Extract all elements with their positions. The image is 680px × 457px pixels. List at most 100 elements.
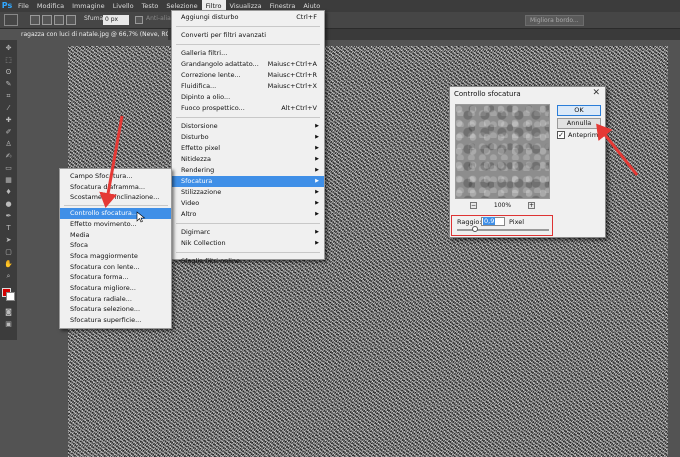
- menu-modifica[interactable]: Modifica: [33, 0, 68, 12]
- type-tool-icon[interactable]: T: [4, 224, 13, 232]
- screen-mode-icon[interactable]: ▣: [4, 320, 13, 328]
- menu-testo[interactable]: Testo: [138, 0, 163, 12]
- filter-menu-item[interactable]: Effetto pixel ▶: [172, 143, 324, 154]
- filter-menu-item[interactable]: Galleria filtri...: [172, 48, 324, 59]
- menu-livello[interactable]: Livello: [109, 0, 138, 12]
- blur-submenu-item[interactable]: Sfocatura forma...: [60, 272, 171, 283]
- blur-submenu-item[interactable]: Scostamento inclinazione...: [60, 192, 171, 203]
- filter-menu-item-label: Fluidifica...: [181, 82, 217, 90]
- zoom-tool-icon[interactable]: ⌕: [4, 272, 13, 280]
- document-tab[interactable]: ragazza con luci di natale.jpg @ 66,7% (…: [18, 29, 168, 40]
- blur-preview[interactable]: [455, 104, 550, 199]
- eyedropper-tool-icon[interactable]: ⁄: [4, 104, 13, 112]
- filter-menu-item[interactable]: Correzione lente... Maiusc+Ctrl+R: [172, 70, 324, 81]
- lasso-tool-icon[interactable]: ʘ: [4, 68, 13, 76]
- filter-menu-item[interactable]: Nitidezza ▶: [172, 154, 324, 165]
- marquee-tool-icon[interactable]: ⬚: [4, 56, 13, 64]
- radius-slider-thumb[interactable]: [472, 226, 478, 232]
- blur-submenu-item[interactable]: Campo Sfocatura...: [60, 171, 171, 182]
- path-select-tool-icon[interactable]: ➤: [4, 236, 13, 244]
- feather-input[interactable]: 0 px: [103, 15, 129, 25]
- subtract-selection-icon[interactable]: [54, 15, 64, 25]
- cancel-button[interactable]: Annulla: [557, 118, 601, 129]
- filter-menu-item[interactable]: Digimarc ▶: [172, 227, 324, 238]
- filter-menu-item[interactable]: Dipinto a olio...: [172, 92, 324, 103]
- submenu-arrow-icon: ▶: [315, 178, 319, 184]
- blur-submenu-item[interactable]: Sfocatura diaframma...: [60, 182, 171, 193]
- healing-tool-icon[interactable]: ✚: [4, 116, 13, 124]
- blur-submenu-item[interactable]: Sfoca: [60, 240, 171, 251]
- filter-menu-item[interactable]: Disturbo ▶: [172, 132, 324, 143]
- crop-tool-icon[interactable]: ⌗: [4, 92, 13, 100]
- filter-menu-item-label: Video: [181, 199, 200, 207]
- filter-menu-item-label: Digimarc: [181, 228, 211, 236]
- shape-tool-icon[interactable]: ▢: [4, 248, 13, 256]
- filter-menu-item[interactable]: Distorsione ▶: [172, 121, 324, 132]
- blur-submenu-item[interactable]: Sfocatura selezione...: [60, 304, 171, 315]
- filter-menu-item[interactable]: Sfocatura ▶: [172, 176, 324, 187]
- antialias-checkbox[interactable]: [135, 16, 143, 24]
- filter-menu-item-label: Stilizzazione: [181, 188, 222, 196]
- blur-submenu-item[interactable]: Sfocatura con lente...: [60, 262, 171, 273]
- dialog-title: Controllo sfocatura: [454, 90, 521, 98]
- menu-separator: [176, 26, 320, 27]
- filter-menu-item[interactable]: Altro ▶: [172, 209, 324, 220]
- filter-menu-item[interactable]: Video ▶: [172, 198, 324, 209]
- filter-menu-item[interactable]: Stilizzazione ▶: [172, 187, 324, 198]
- refine-edge-button[interactable]: Migliora bordo...: [525, 15, 584, 26]
- shortcut-label: Alt+Ctrl+V: [281, 104, 317, 112]
- history-brush-tool-icon[interactable]: ✍: [4, 152, 13, 160]
- options-bar: Sfuma: 0 px Anti-alias Migliora bordo...: [0, 12, 680, 29]
- blur-tool-icon[interactable]: ♦: [4, 188, 13, 196]
- filter-menu-item[interactable]: Converti per filtri avanzati: [172, 30, 324, 41]
- blur-submenu-item[interactable]: Sfocatura migliore...: [60, 283, 171, 294]
- quick-mask-icon[interactable]: ◙: [4, 308, 13, 316]
- zoom-in-icon[interactable]: +: [528, 202, 535, 209]
- ok-button[interactable]: OK: [557, 105, 601, 116]
- radius-label: Raggio:: [457, 218, 482, 226]
- menu-immagine[interactable]: Immagine: [68, 0, 109, 12]
- menu-separator: [176, 223, 320, 224]
- blur-submenu-item[interactable]: Sfocatura radiale...: [60, 294, 171, 305]
- dodge-tool-icon[interactable]: ●: [4, 200, 13, 208]
- close-icon[interactable]: ✕: [592, 88, 600, 98]
- filter-menu-item[interactable]: Nik Collection ▶: [172, 238, 324, 249]
- add-selection-icon[interactable]: [42, 15, 52, 25]
- move-tool-icon[interactable]: ✥: [4, 44, 13, 52]
- filter-menu-item[interactable]: Fuoco prospettico... Alt+Ctrl+V: [172, 103, 324, 114]
- quick-select-tool-icon[interactable]: ✎: [4, 80, 13, 88]
- filter-menu-item-label: Dipinto a olio...: [181, 93, 231, 101]
- eraser-tool-icon[interactable]: ▭: [4, 164, 13, 172]
- filter-menu-item[interactable]: Rendering ▶: [172, 165, 324, 176]
- new-selection-icon[interactable]: [30, 15, 40, 25]
- intersect-selection-icon[interactable]: [66, 15, 76, 25]
- filter-menu-item-label: Nitidezza: [181, 155, 211, 163]
- radius-slider-track[interactable]: [457, 229, 549, 231]
- preview-zoom-level: 100%: [493, 202, 512, 209]
- blur-submenu-item[interactable]: Sfoca maggiormente: [60, 251, 171, 262]
- stamp-tool-icon[interactable]: ♙: [4, 140, 13, 148]
- blur-submenu-item[interactable]: Sfocatura superficie...: [60, 315, 171, 326]
- document-tab-row: ragazza con luci di natale.jpg @ 66,7% (…: [18, 29, 680, 40]
- submenu-arrow-icon: ▶: [315, 123, 319, 129]
- blur-submenu-item[interactable]: Media: [60, 230, 171, 241]
- filter-menu: Aggiungi disturbo Ctrl+F Converti per filt…: [171, 10, 325, 265]
- gradient-tool-icon[interactable]: ▦: [4, 176, 13, 184]
- filter-menu-item[interactable]: Fluidifica... Maiusc+Ctrl+X: [172, 81, 324, 92]
- filter-menu-item[interactable]: Sfoglia filtri online...: [172, 256, 324, 267]
- preview-checkbox[interactable]: ✓: [557, 131, 565, 139]
- pen-tool-icon[interactable]: ✒: [4, 212, 13, 220]
- menu-file[interactable]: File: [14, 0, 33, 12]
- filter-menu-item-label: Rendering: [181, 166, 215, 174]
- blur-submenu-item[interactable]: Controllo sfocatura...: [60, 208, 171, 219]
- radius-input[interactable]: 0,9: [481, 217, 505, 226]
- blur-submenu-item[interactable]: Effetto movimento...: [60, 219, 171, 230]
- brush-tool-icon[interactable]: ✐: [4, 128, 13, 136]
- filter-menu-item[interactable]: Aggiungi disturbo Ctrl+F: [172, 12, 324, 23]
- shortcut-label: Ctrl+F: [296, 13, 317, 21]
- background-color-swatch[interactable]: [6, 292, 15, 301]
- marquee-tool-preset-icon[interactable]: [4, 14, 18, 26]
- submenu-arrow-icon: ▶: [315, 240, 319, 246]
- hand-tool-icon[interactable]: ✋: [4, 260, 13, 268]
- filter-menu-item[interactable]: Grandangolo adattato... Maiusc+Ctrl+A: [172, 59, 324, 70]
